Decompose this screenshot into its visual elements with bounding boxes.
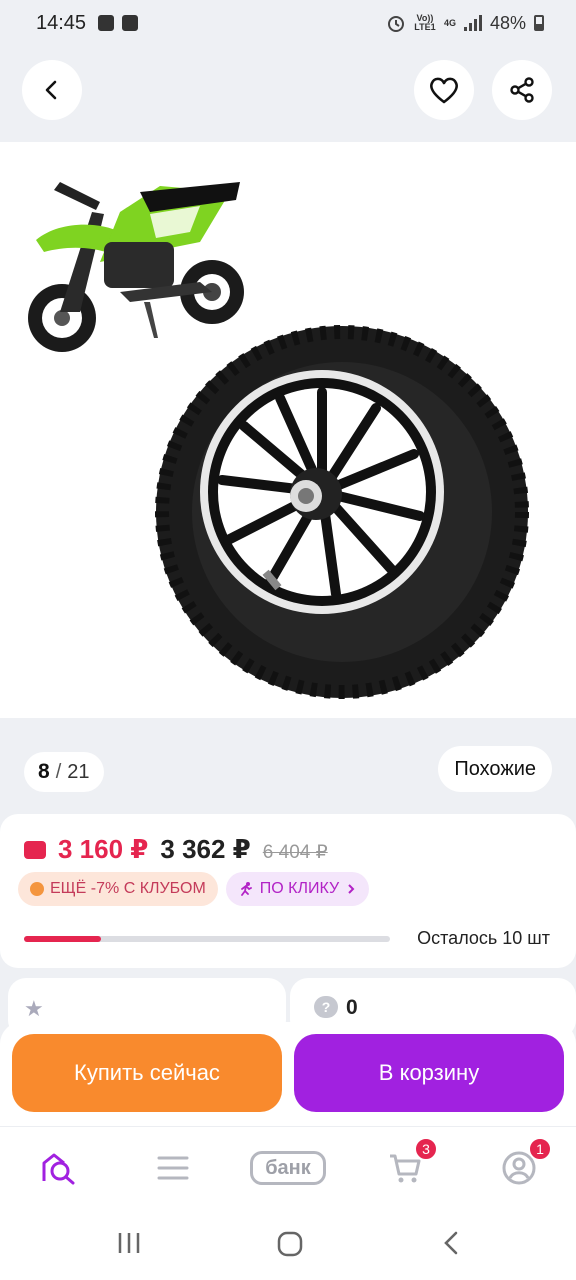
product-image[interactable]	[0, 142, 576, 718]
check-notification-icon	[122, 15, 139, 31]
stock-progress-fill	[24, 936, 101, 942]
club-discount-badge[interactable]: ЕЩЁ -7% С КЛУБОМ	[18, 872, 218, 906]
image-counter: 8 / 21	[24, 752, 104, 792]
questions-count: 0	[346, 996, 358, 1019]
status-bar: 14:45 Vo)) LTE1 4G 48%	[0, 0, 576, 46]
question-bubble-icon: ?	[314, 996, 338, 1018]
share-icon	[510, 77, 534, 103]
bottom-tab-bar: банк 3 1	[0, 1126, 576, 1208]
stock-progress-bar	[24, 936, 390, 942]
back-arrow-icon	[45, 80, 57, 100]
dirt-bike-illustration	[28, 182, 244, 352]
tab-catalog[interactable]	[150, 1145, 196, 1191]
image-counter-current: 8	[38, 760, 50, 783]
similar-button[interactable]: Похожие	[438, 746, 552, 792]
home-icon[interactable]	[276, 1230, 304, 1258]
one-click-badge[interactable]: ПО КЛИКУ	[225, 872, 370, 906]
wallet-price: 3 160 ₽	[58, 834, 149, 864]
alarm-icon	[387, 16, 404, 32]
status-time: 14:45	[36, 11, 87, 34]
profile-notification-badge: 1	[528, 1137, 552, 1161]
product-header	[0, 46, 576, 142]
bank-label: банк	[250, 1151, 326, 1185]
product-photo	[28, 182, 529, 699]
battery-icon	[534, 15, 544, 31]
regular-price: 3 362 ₽	[160, 834, 251, 864]
promo-badges: ЕЩЁ -7% С КЛУБОМ ПО КЛИКУ	[18, 872, 370, 906]
cart-count-badge: 3	[414, 1137, 438, 1161]
tab-profile[interactable]: 1	[496, 1137, 552, 1191]
wallet-icon	[24, 841, 46, 859]
share-button[interactable]	[492, 60, 552, 120]
battery-percent: 48%	[489, 12, 526, 33]
image-counter-separator: /	[55, 760, 62, 783]
tab-cart[interactable]: 3	[382, 1137, 438, 1191]
gallery-controls: 8 / 21 Похожие	[0, 718, 576, 814]
club-icon	[30, 882, 44, 896]
add-to-cart-button[interactable]: В корзину	[294, 1034, 564, 1112]
price-row: 3 160 ₽ 3 362 ₽ 6 404 ₽	[24, 834, 328, 865]
gallery-notification-icon	[98, 15, 115, 31]
back-icon[interactable]	[440, 1230, 464, 1256]
club-discount-label: ЕЩЁ -7% С КЛУБОМ	[50, 880, 206, 897]
one-click-label: ПО КЛИКУ	[259, 880, 340, 897]
stock-remaining: Осталось 10 шт	[417, 928, 550, 948]
chevron-right-icon	[348, 884, 355, 894]
heart-icon	[430, 77, 458, 104]
buy-now-button[interactable]: Купить сейчас	[12, 1034, 282, 1112]
old-price: 6 404 ₽	[262, 842, 328, 863]
image-counter-total: 21	[67, 760, 90, 783]
tab-home[interactable]	[36, 1145, 82, 1191]
network-type: 4G	[443, 17, 456, 28]
home-search-icon	[42, 1153, 75, 1185]
purchase-actions: Купить сейчас В корзину	[0, 1022, 576, 1126]
tire-illustration	[155, 325, 529, 699]
favorite-button[interactable]	[414, 60, 474, 120]
recent-apps-icon[interactable]	[116, 1230, 142, 1256]
menu-icon	[157, 1156, 189, 1180]
star-icon: ★	[24, 996, 44, 1021]
tab-bank[interactable]: банк	[248, 1145, 328, 1191]
signal-icon	[463, 15, 482, 31]
price-card: 3 160 ₽ 3 362 ₽ 6 404 ₽ ЕЩЁ -7% С КЛУБОМ…	[0, 814, 576, 968]
back-button[interactable]	[22, 60, 82, 120]
running-person-icon	[240, 882, 252, 896]
system-navigation-bar	[0, 1208, 576, 1280]
volte-indicator: Vo)) LTE1	[414, 13, 436, 32]
